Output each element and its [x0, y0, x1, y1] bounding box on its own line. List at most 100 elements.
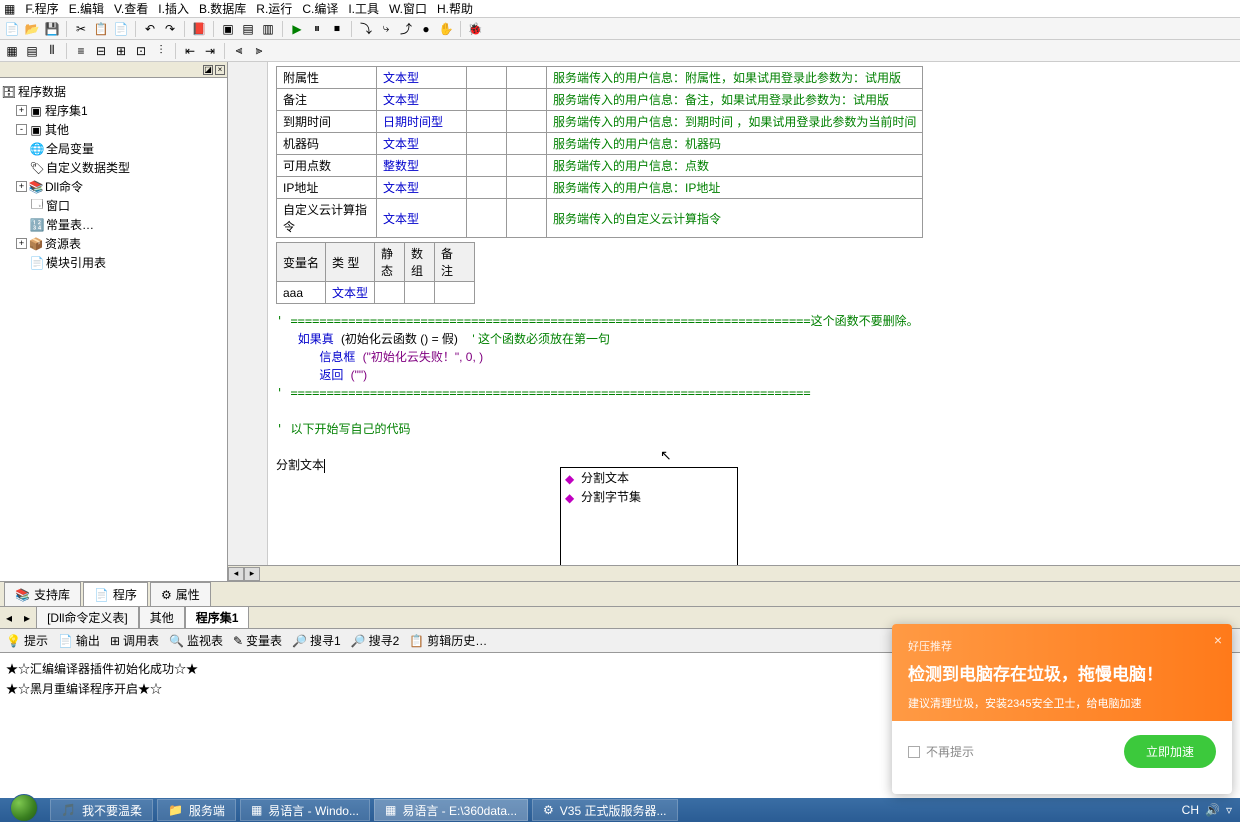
taskbar-item[interactable]: ⚙V35 正式版服务器... — [532, 799, 677, 821]
taskbar-item[interactable]: ▦易语言 - Windo... — [240, 799, 370, 821]
tree-item[interactable]: +📦资源表 — [2, 234, 225, 253]
menu-item[interactable]: V.查看 — [114, 0, 148, 17]
lang-indicator[interactable]: CH — [1182, 803, 1199, 817]
save-icon[interactable]: 💾 — [44, 21, 60, 37]
param-table[interactable]: 附属性文本型服务端传入的用户信息：附属性，如果试用登录此参数为：试用版 备注文本… — [276, 66, 923, 238]
autocomplete-popup[interactable]: ◆分割文本 ◆分割字节集 — [560, 467, 738, 565]
expand-icon[interactable]: - — [16, 124, 27, 135]
output-tab-calltable[interactable]: ⊞调用表 — [110, 632, 159, 649]
copy-icon[interactable]: 📋 — [93, 21, 109, 37]
code-input-line[interactable]: 分割文本 — [276, 456, 1232, 474]
code-line[interactable]: 信息框 ("初始化云失败！", 0, ) — [276, 348, 1232, 366]
taskbar-item[interactable]: ▦易语言 - E:\360data... — [374, 799, 528, 821]
align1-icon[interactable]: ▦ — [4, 43, 20, 59]
align11-icon[interactable]: ⫷ — [231, 43, 247, 59]
tree-item[interactable]: 🔢常量表… — [2, 215, 225, 234]
tree-item[interactable]: 🏷自定义数据类型 — [2, 158, 225, 177]
breakpoint-icon[interactable]: ● — [418, 21, 434, 37]
align8-icon[interactable]: ⫶ — [153, 43, 169, 59]
expand-icon[interactable]: + — [16, 105, 27, 116]
tree-item[interactable]: 🗔窗口 — [2, 196, 225, 215]
code-comment[interactable]: ' ======================================… — [276, 384, 1232, 402]
editor-tab[interactable]: 其他 — [139, 606, 185, 629]
run-icon[interactable]: ▶ — [289, 21, 305, 37]
output-tab-search1[interactable]: 🔎搜寻1 — [292, 632, 341, 649]
code-line[interactable]: 如果真 (初始化云函数 () = 假) ' 这个函数必须放在第一句 — [276, 330, 1232, 348]
align5-icon[interactable]: ⊟ — [93, 43, 109, 59]
align10-icon[interactable]: ⇥ — [202, 43, 218, 59]
align9-icon[interactable]: ⇤ — [182, 43, 198, 59]
dont-show-checkbox[interactable]: 不再提示 — [908, 743, 974, 760]
code-content[interactable]: 附属性文本型服务端传入的用户信息：附属性，如果试用登录此参数为：试用版 备注文本… — [268, 62, 1240, 565]
pause-icon[interactable]: ⏸ — [309, 21, 325, 37]
menu-item[interactable]: H.帮助 — [437, 0, 473, 17]
taskbar-item[interactable]: 📁服务端 — [157, 799, 236, 821]
tree-item[interactable]: +▣程序集1 — [2, 101, 225, 120]
tab-properties[interactable]: ⚙属性 — [150, 582, 211, 606]
stepover-icon[interactable]: ⤵ — [358, 21, 374, 37]
code-blank[interactable] — [276, 438, 1232, 456]
tray-icon[interactable]: ▿ — [1226, 803, 1232, 817]
align4-icon[interactable]: ≡ — [73, 43, 89, 59]
new-icon[interactable]: 📄 — [4, 21, 20, 37]
autocomplete-item[interactable]: ◆分割文本 — [561, 468, 737, 487]
checkbox-icon[interactable] — [908, 746, 920, 758]
output-tab-hint[interactable]: 💡提示 — [6, 632, 48, 649]
output-tab-vars[interactable]: ✎变量表 — [233, 632, 282, 649]
cut-icon[interactable]: ✂ — [73, 21, 89, 37]
panel-close-icon[interactable]: × — [215, 65, 225, 75]
align2-icon[interactable]: ▤ — [24, 43, 40, 59]
tab-scroll-right-icon[interactable]: ▸ — [18, 611, 36, 625]
taskbar-item[interactable]: 🎵我不要温柔 — [50, 799, 153, 821]
editor-tab[interactable]: [Dll命令定义表] — [36, 606, 139, 629]
menu-item[interactable]: I.插入 — [158, 0, 189, 17]
autocomplete-item[interactable]: ◆分割字节集 — [561, 487, 737, 506]
code-comment[interactable]: ' ======================================… — [276, 312, 1232, 330]
expand-icon[interactable]: + — [16, 238, 27, 249]
bug-icon[interactable]: 🐞 — [467, 21, 483, 37]
window-icon[interactable]: ▣ — [220, 21, 236, 37]
tree-item[interactable]: -▣其他 — [2, 120, 225, 139]
align7-icon[interactable]: ⊡ — [133, 43, 149, 59]
menu-item[interactable]: E.编辑 — [69, 0, 104, 17]
accelerate-button[interactable]: 立即加速 — [1124, 735, 1216, 768]
tree-root[interactable]: 🗄 程序数据 — [2, 82, 225, 101]
tree-item[interactable]: 🌐全局变量 — [2, 139, 225, 158]
output-tab-clipboard[interactable]: 📋剪辑历史… — [409, 632, 487, 649]
code-blank[interactable] — [276, 402, 1232, 420]
book-icon[interactable]: 📕 — [191, 21, 207, 37]
layout2-icon[interactable]: ▥ — [260, 21, 276, 37]
tree-item[interactable]: 📄模块引用表 — [2, 253, 225, 272]
panel-pin-icon[interactable]: ◪ — [203, 65, 213, 75]
align3-icon[interactable]: ⫴ — [44, 43, 60, 59]
layout-icon[interactable]: ▤ — [240, 21, 256, 37]
horizontal-scrollbar[interactable]: ◂ ▸ — [228, 565, 1240, 581]
tab-program[interactable]: 📄程序 — [83, 582, 148, 606]
redo-icon[interactable]: ↷ — [162, 21, 178, 37]
stepout-icon[interactable]: ⤴ — [398, 21, 414, 37]
menu-item[interactable]: F.程序 — [25, 0, 58, 17]
output-tab-output[interactable]: 📄输出 — [58, 632, 100, 649]
scroll-left-icon[interactable]: ◂ — [228, 567, 244, 581]
code-line[interactable]: 返回 ("") — [276, 366, 1232, 384]
menu-item[interactable]: W.窗口 — [389, 0, 427, 17]
code-comment[interactable]: ' 以下开始写自己的代码 — [276, 420, 1232, 438]
menu-item[interactable]: I.工具 — [348, 0, 379, 17]
system-tray[interactable]: CH 🔊 ▿ — [1174, 803, 1240, 817]
paste-icon[interactable]: 📄 — [113, 21, 129, 37]
project-tree[interactable]: 🗄 程序数据 +▣程序集1 -▣其他 🌐全局变量 🏷自定义数据类型 +📚Dll命… — [0, 78, 227, 581]
tray-icon[interactable]: 🔊 — [1205, 803, 1220, 817]
tree-item[interactable]: +📚Dll命令 — [2, 177, 225, 196]
var-table[interactable]: 变量名类 型静态数组备 注 aaa文本型 — [276, 242, 475, 304]
scroll-right-icon[interactable]: ▸ — [244, 567, 260, 581]
menu-item[interactable]: C.编译 — [302, 0, 338, 17]
expand-icon[interactable]: + — [16, 181, 27, 192]
stop-icon[interactable]: ⏹ — [329, 21, 345, 37]
align12-icon[interactable]: ⫸ — [251, 43, 267, 59]
output-tab-search2[interactable]: 🔎搜寻2 — [351, 632, 400, 649]
undo-icon[interactable]: ↶ — [142, 21, 158, 37]
menu-item[interactable]: B.数据库 — [199, 0, 246, 17]
menu-item[interactable]: R.运行 — [256, 0, 292, 17]
open-icon[interactable]: 📂 — [24, 21, 40, 37]
editor-tab[interactable]: 程序集1 — [185, 606, 250, 629]
